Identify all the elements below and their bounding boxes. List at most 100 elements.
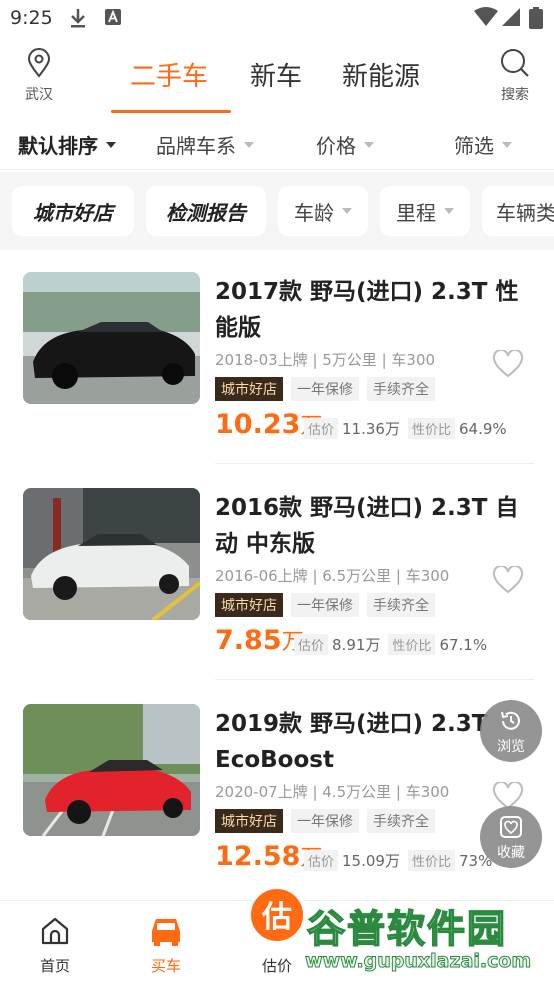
tag-warranty: 一年保修 — [291, 809, 359, 833]
caret-down-icon — [364, 141, 374, 148]
filter-sort[interactable]: 默认排序 — [18, 130, 116, 159]
price-value: 10.23 — [215, 409, 301, 440]
car-icon — [152, 919, 180, 946]
active-tab-indicator — [111, 110, 231, 113]
tab-new-energy[interactable]: 新能源 — [342, 56, 420, 93]
listing-tags: 城市好店 一年保修 手续齐全 — [215, 593, 435, 617]
estimate-info: 估价 15.09万 性价比 73% — [304, 850, 492, 871]
nav-buy-label: 买车 — [150, 957, 181, 975]
nav-buy-car[interactable]: 买车 — [126, 915, 206, 976]
tag-warranty: 一年保修 — [291, 377, 359, 401]
nav-home[interactable]: 首页 — [15, 915, 95, 976]
app-notification-icon — [105, 9, 121, 25]
filter-brand-label: 品牌车系 — [156, 134, 236, 158]
chip-mileage-label: 里程 — [396, 200, 436, 225]
filter-screen-label: 筛选 — [454, 134, 494, 158]
top-navigation: 武汉 二手车 新车 新能源 搜索 — [0, 40, 554, 116]
listing-meta: 2018-03上牌 | 5万公里 | 车300 — [215, 351, 436, 369]
listing-price: 7.85万 — [215, 624, 304, 656]
listing-tags: 城市好店 一年保修 手续齐全 — [215, 809, 435, 833]
location-label: 武汉 — [25, 87, 53, 103]
tab-used-cars[interactable]: 二手车 — [130, 56, 208, 93]
tab-new-cars[interactable]: 新车 — [250, 56, 302, 93]
listing-meta: 2016-06上牌 | 6.5万公里 | 车300 — [215, 567, 450, 585]
search-label: 搜索 — [501, 87, 529, 103]
chip-inspection-report[interactable]: 检测报告 — [146, 186, 266, 236]
estimate-info: 估价 11.36万 性价比 64.9% — [304, 418, 507, 439]
watermark-url: www.gupuxlazai.com — [304, 950, 532, 973]
tag-paperwork: 手续齐全 — [367, 593, 435, 617]
location-pin-icon — [27, 48, 51, 78]
tag-city-store: 城市好店 — [215, 593, 283, 617]
quick-filter-chips: 城市好店 检测报告 车龄 里程 车辆类 — [0, 172, 554, 250]
filter-price-label: 价格 — [316, 134, 356, 158]
favorite-heart-icon[interactable] — [492, 350, 524, 378]
history-clock-icon — [501, 711, 520, 730]
listing-divider — [215, 679, 534, 680]
tag-paperwork: 手续齐全 — [367, 809, 435, 833]
value-ratio-label: 性价比 — [407, 850, 455, 871]
chip-city-store[interactable]: 城市好店 — [12, 186, 134, 236]
estimate-label: 估价 — [294, 634, 329, 655]
battery-icon — [529, 7, 543, 29]
tag-paperwork: 手续齐全 — [367, 377, 435, 401]
estimate-info: 估价 8.91万 性价比 67.1% — [294, 634, 487, 655]
listing-divider — [215, 463, 534, 464]
car-photo — [23, 704, 200, 836]
download-icon — [71, 9, 85, 28]
signal-icon — [502, 8, 520, 26]
chip-vehicle-type[interactable]: 车辆类 — [482, 186, 554, 236]
tag-city-store: 城市好店 — [215, 809, 283, 833]
price-value: 12.58 — [215, 841, 301, 872]
history-label: 浏览 — [497, 739, 525, 755]
nav-home-label: 首页 — [39, 957, 70, 975]
listing-title: 2017款 野马(进口) 2.3T 性能版 — [215, 279, 519, 341]
caret-down-icon — [106, 141, 116, 148]
search-button[interactable]: 搜索 — [490, 48, 540, 104]
search-icon — [501, 49, 529, 77]
listing-card[interactable]: 2016款 野马(进口) 2.3T 自动 中东版 2016-06上牌 | 6.5… — [0, 466, 554, 680]
caret-down-icon — [502, 141, 512, 148]
price-value: 7.85 — [215, 625, 282, 656]
watermark-logo: 谷普软件园 www.gupuxlazai.com — [303, 898, 551, 974]
home-icon — [41, 917, 69, 945]
wifi-icon — [474, 7, 498, 26]
chip-car-age[interactable]: 车龄 — [278, 186, 368, 236]
filter-brand[interactable]: 品牌车系 — [156, 130, 254, 159]
watermark-title: 谷普软件园 — [306, 906, 508, 952]
value-ratio-value: 64.9% — [458, 419, 507, 438]
chip-mileage[interactable]: 里程 — [380, 186, 470, 236]
estimate-label: 估价 — [304, 850, 339, 871]
favorites-heart-icon — [500, 816, 522, 838]
estimate-label: 估价 — [304, 418, 339, 439]
tag-warranty: 一年保修 — [291, 593, 359, 617]
listing-card[interactable]: 2019款 野马(进口) 2.3T EcoBoost 2020-07上牌 | 4… — [0, 682, 554, 896]
filter-sort-label: 默认排序 — [18, 134, 98, 158]
caret-down-icon — [342, 208, 352, 214]
estimate-badge-icon[interactable]: 估 — [248, 886, 306, 944]
history-button[interactable]: 浏览 — [480, 700, 542, 762]
chip-car-age-label: 车龄 — [294, 200, 334, 225]
listing-tags: 城市好店 一年保修 手续齐全 — [215, 377, 435, 401]
filter-screen[interactable]: 筛选 — [454, 130, 512, 159]
favorites-button[interactable]: 收藏 — [480, 806, 542, 868]
status-time: 9:25 — [10, 7, 53, 29]
car-photo — [23, 488, 200, 620]
car-photo — [23, 272, 200, 404]
favorites-label: 收藏 — [497, 845, 525, 861]
value-ratio-label: 性价比 — [388, 634, 436, 655]
value-ratio-label: 性价比 — [407, 418, 455, 439]
listing-card[interactable]: 2017款 野马(进口) 2.3T 性能版 2018-03上牌 | 5万公里 |… — [0, 250, 554, 464]
listing-title: 2016款 野马(进口) 2.3T 自动 中东版 — [215, 495, 519, 557]
status-bar: 9:25 — [0, 0, 554, 36]
caret-down-icon — [244, 141, 254, 148]
filter-row: 默认排序 品牌车系 价格 筛选 — [0, 118, 554, 170]
estimate-value: 11.36万 — [342, 420, 400, 438]
location-button[interactable]: 武汉 — [14, 48, 64, 104]
estimate-value: 15.09万 — [342, 852, 400, 870]
estimate-value: 8.91万 — [332, 636, 381, 654]
filter-price[interactable]: 价格 — [316, 130, 374, 159]
favorite-heart-icon[interactable] — [492, 566, 524, 594]
value-ratio-value: 67.1% — [439, 635, 488, 654]
listing-meta: 2020-07上牌 | 4.5万公里 | 车300 — [215, 783, 450, 801]
